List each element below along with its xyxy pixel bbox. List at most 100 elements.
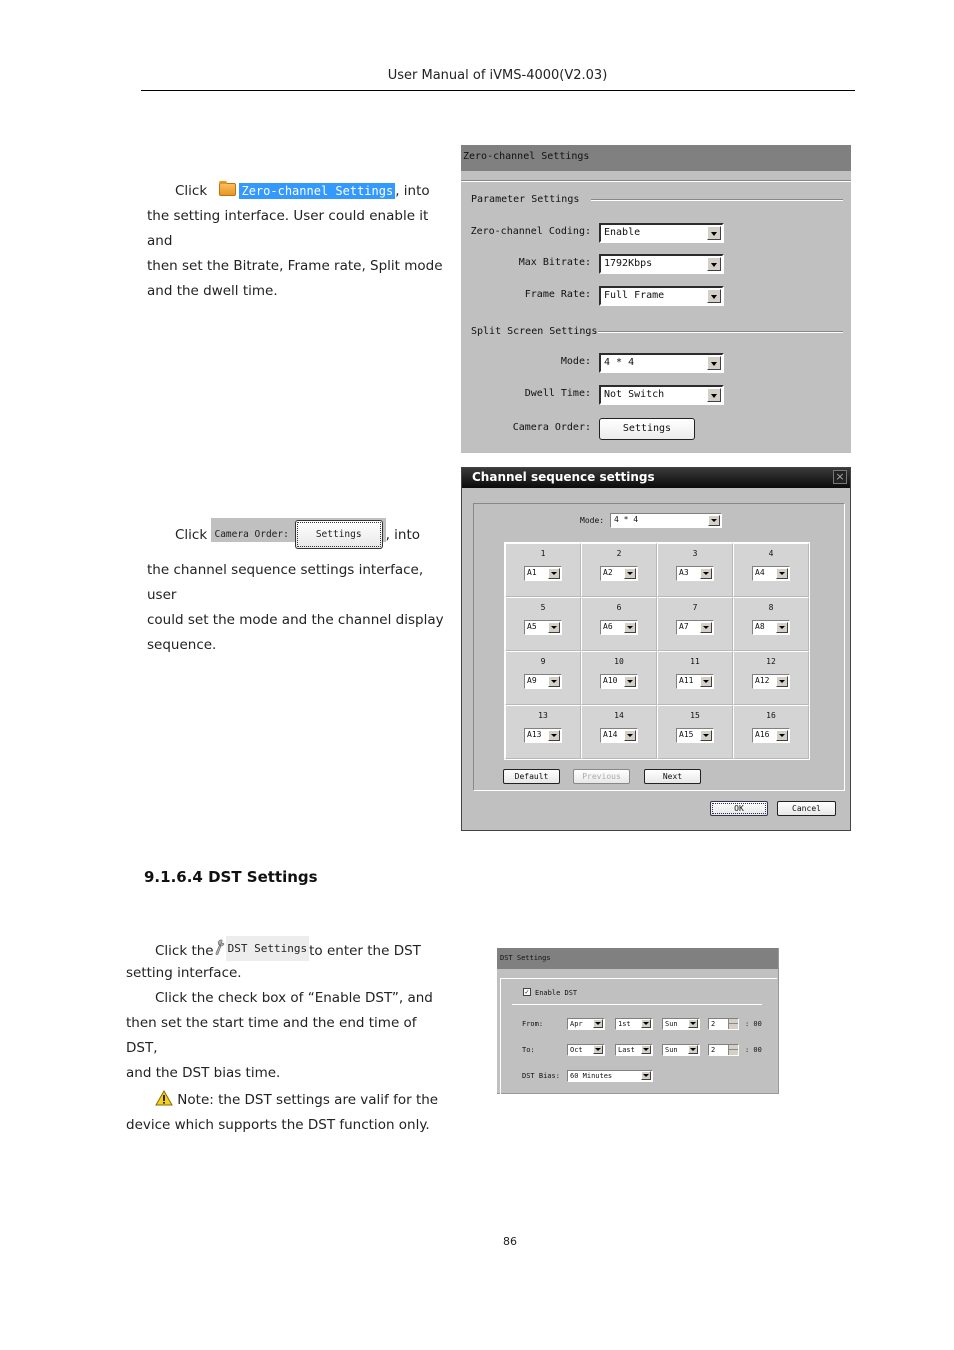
chevron-down-icon[interactable] — [593, 1045, 603, 1054]
chevron-down-icon[interactable] — [707, 226, 721, 240]
mode-select[interactable]: 4 * 4 — [610, 513, 722, 528]
channel-grid: 1 A1 2 A2 3 A3 4 A4 5 A5 6 A6 7 A7 8 A8 9 A9 10 A10 11 A11 12 A… — [504, 542, 810, 760]
max-bitrate-select[interactable]: 1792Kbps — [599, 254, 724, 274]
select-value: A15 — [679, 730, 694, 739]
ok-button[interactable]: OK — [710, 801, 768, 816]
chevron-down-icon[interactable] — [700, 568, 712, 579]
chevron-down-icon[interactable] — [548, 730, 560, 741]
to-month-select[interactable]: Oct — [567, 1044, 605, 1056]
from-month-select[interactable]: Apr — [567, 1018, 605, 1030]
to-hour-spinner[interactable]: 2 — [708, 1044, 739, 1056]
chevron-down-icon[interactable] — [776, 622, 788, 633]
chevron-down-icon[interactable] — [624, 568, 636, 579]
frame-rate-select[interactable]: Full Frame — [599, 286, 724, 306]
channel-camera-select[interactable]: A14 — [600, 728, 638, 743]
cancel-button[interactable]: Cancel — [777, 801, 836, 816]
channel-camera-select[interactable]: A12 — [752, 674, 790, 689]
channel-camera-select[interactable]: A6 — [600, 620, 638, 635]
channel-camera-select[interactable]: A7 — [676, 620, 714, 635]
chevron-down-icon[interactable] — [707, 356, 721, 370]
channel-number: 9 — [540, 657, 546, 666]
from-day-select[interactable]: Sun — [662, 1018, 700, 1030]
chevron-down-icon[interactable] — [641, 1045, 651, 1054]
previous-button[interactable]: Previous — [573, 769, 630, 784]
mode-select[interactable]: 4 * 4 — [599, 353, 724, 373]
instruction-line-4: then set the start time and the end time… — [126, 1015, 417, 1056]
chevron-down-icon[interactable] — [776, 730, 788, 741]
zero-channel-coding-select[interactable]: Enable — [599, 223, 724, 243]
channel-camera-select[interactable]: A2 — [600, 566, 638, 581]
snippet-settings-button: Settings — [294, 520, 383, 549]
channel-camera-select[interactable]: A11 — [676, 674, 714, 689]
select-value: A5 — [527, 622, 537, 631]
chevron-down-icon[interactable] — [624, 676, 636, 687]
chevron-down-icon[interactable] — [707, 289, 721, 303]
channel-camera-select[interactable]: A15 — [676, 728, 714, 743]
channel-cell: 5 A5 — [505, 597, 581, 651]
note-line-2: device which supports the DST function o… — [126, 1117, 430, 1133]
spinner-arrows-icon[interactable] — [728, 1045, 738, 1055]
from-week-select[interactable]: 1st — [615, 1018, 653, 1030]
enable-dst-checkbox[interactable]: ✓ — [523, 988, 531, 996]
channel-cell: 3 A3 — [657, 543, 733, 597]
chevron-down-icon[interactable] — [624, 730, 636, 741]
chevron-down-icon[interactable] — [624, 622, 636, 633]
channel-camera-select[interactable]: A4 — [752, 566, 790, 581]
channel-camera-select[interactable]: A10 — [600, 674, 638, 689]
chevron-down-icon[interactable] — [700, 676, 712, 687]
dst-bias-select[interactable]: 60 Minutes — [567, 1070, 653, 1082]
chevron-down-icon[interactable] — [708, 515, 720, 526]
dst-bias-label: DST Bias: — [522, 1072, 560, 1080]
to-week-select[interactable]: Last — [615, 1044, 653, 1056]
frame-rate-label: Frame Rate: — [524, 289, 591, 300]
from-minutes: : 00 — [745, 1020, 762, 1028]
chevron-down-icon[interactable] — [700, 622, 712, 633]
chevron-down-icon[interactable] — [688, 1045, 698, 1054]
dwell-time-select[interactable]: Not Switch — [599, 385, 724, 405]
instruction-line-3: then set the Bitrate, Frame rate, Split … — [147, 258, 443, 274]
mode-label: Mode: — [580, 516, 605, 525]
channel-camera-select[interactable]: A9 — [524, 674, 562, 689]
select-value: Oct — [570, 1046, 583, 1054]
channel-camera-select[interactable]: A16 — [752, 728, 790, 743]
channel-camera-select[interactable]: A3 — [676, 566, 714, 581]
chevron-down-icon[interactable] — [700, 730, 712, 741]
wrench-icon — [215, 939, 224, 955]
select-value: 60 Minutes — [570, 1072, 613, 1080]
camera-order-settings-button[interactable]: Settings — [599, 418, 695, 440]
note-line-1: Note: the DST settings are valif for the — [126, 1088, 446, 1113]
chevron-down-icon[interactable] — [593, 1019, 603, 1028]
select-value: A11 — [679, 676, 694, 685]
channel-camera-select[interactable]: A1 — [524, 566, 562, 581]
select-value: Apr — [570, 1020, 583, 1028]
channel-camera-select[interactable]: A13 — [524, 728, 562, 743]
chevron-down-icon[interactable] — [776, 568, 788, 579]
channel-cell: 7 A7 — [657, 597, 733, 651]
select-value: A9 — [527, 676, 537, 685]
chevron-down-icon[interactable] — [688, 1019, 698, 1028]
channel-cell: 10 A10 — [581, 651, 657, 705]
to-day-select[interactable]: Sun — [662, 1044, 700, 1056]
next-button[interactable]: Next — [644, 769, 701, 784]
spinner-arrows-icon[interactable] — [728, 1019, 738, 1029]
chevron-down-icon[interactable] — [776, 676, 788, 687]
instruction-line-4: sequence. — [147, 637, 217, 653]
chevron-down-icon[interactable] — [641, 1019, 651, 1028]
channel-camera-select[interactable]: A5 — [524, 620, 562, 635]
zero-channel-settings-inline-button: Zero-channel Settings — [239, 183, 396, 199]
chevron-down-icon[interactable] — [548, 622, 560, 633]
chevron-down-icon[interactable] — [707, 388, 721, 402]
from-hour-spinner[interactable]: 2 — [708, 1018, 739, 1030]
chevron-down-icon[interactable] — [548, 676, 560, 687]
channel-camera-select[interactable]: A8 — [752, 620, 790, 635]
default-button[interactable]: Default — [503, 769, 560, 784]
select-value: A4 — [755, 568, 765, 577]
chevron-down-icon[interactable] — [641, 1071, 651, 1080]
channel-number: 2 — [616, 549, 622, 558]
channel-cell: 12 A12 — [733, 651, 809, 705]
chevron-down-icon[interactable] — [707, 257, 721, 271]
enable-dst-label: Enable DST — [535, 989, 578, 997]
close-icon[interactable]: × — [833, 470, 847, 484]
running-header: User Manual of iVMS-4000(V2.03) — [387, 68, 608, 83]
chevron-down-icon[interactable] — [548, 568, 560, 579]
